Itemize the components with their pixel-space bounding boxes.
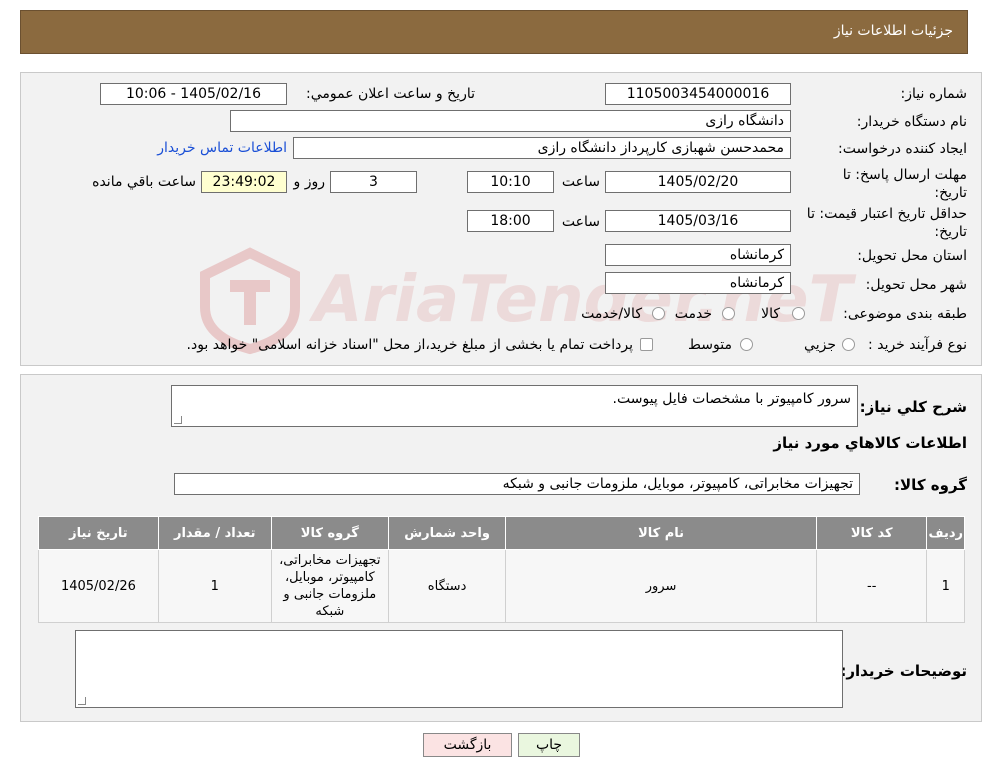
province-label: استان محل تحویل: — [857, 248, 967, 264]
cell-date: 1405/02/26 — [38, 549, 159, 623]
cell-name: سرور — [505, 549, 817, 623]
category-option-goods: کالا — [761, 306, 780, 322]
announce-label: تاریخ و ساعت اعلان عمومي: — [306, 86, 475, 102]
description-field[interactable]: سرور کامپیوتر با مشخصات فایل پیوست. — [171, 385, 858, 427]
buyer-org-field: دانشگاه رازی — [230, 110, 791, 132]
category-radio-goods[interactable] — [792, 307, 805, 320]
col-group: گروه کالا — [270, 516, 390, 550]
category-option-goods-service: کالا/خدمت — [581, 306, 642, 322]
need-number-field: 1105003454000016 — [605, 83, 791, 105]
resize-handle-icon[interactable] — [78, 697, 86, 705]
process-option-medium: متوسط — [688, 337, 732, 353]
remaining-label: ساعت باقي مانده — [92, 174, 196, 190]
page-header: جزئیات اطلاعات نیاز — [20, 10, 968, 54]
province-field: کرمانشاه — [605, 244, 791, 266]
city-label: شهر محل تحویل: — [865, 277, 967, 293]
buyer-notes-label: توضیحات خریدار: — [840, 662, 967, 680]
description-text: سرور کامپیوتر با مشخصات فایل پیوست. — [612, 391, 851, 407]
page-title: جزئیات اطلاعات نیاز — [833, 23, 953, 39]
cell-qty: 1 — [157, 549, 272, 623]
description-label: شرح کلي نیاز: — [859, 398, 967, 416]
cell-row: 1 — [926, 549, 965, 623]
validity-label: حداقل تاریخ اعتبار قیمت: تا تاریخ: — [792, 205, 967, 241]
city-field: کرمانشاه — [605, 272, 791, 294]
process-radio-minor[interactable] — [842, 338, 855, 351]
category-radio-service[interactable] — [722, 307, 735, 320]
print-button[interactable]: چاپ — [518, 733, 580, 757]
table-row: 1 -- سرور دستگاه تجهیزات مخابراتی، کامپی… — [38, 549, 965, 623]
back-button[interactable]: بازگشت — [423, 733, 512, 757]
need-number-label: شماره نیاز: — [900, 86, 968, 102]
items-table: ردیف کد کالا نام کالا واحد شمارش گروه کا… — [38, 516, 965, 623]
item-group-label: گروه کالا: — [894, 476, 967, 494]
items-section-title: اطلاعات کالاهاي مورد نیاز — [773, 434, 967, 452]
col-qty: تعداد / مقدار — [157, 516, 272, 550]
buyer-org-label: نام دستگاه خریدار: — [856, 114, 967, 130]
validity-label-text: حداقل تاریخ اعتبار قیمت: تا تاریخ: — [806, 206, 967, 240]
buyer-contact-link[interactable]: اطلاعات تماس خریدار — [157, 140, 287, 156]
process-option-minor: جزیي — [804, 337, 836, 353]
item-group-field: تجهیزات مخابراتی، کامپیوتر، موبایل، ملزو… — [174, 473, 860, 495]
process-radio-medium[interactable] — [740, 338, 753, 351]
creator-label: ایجاد کننده درخواست: — [838, 141, 967, 157]
remaining-time-field: 23:49:02 — [201, 171, 287, 193]
process-label: نوع فرآیند خرید : — [868, 337, 967, 353]
process-note: پرداخت تمام یا بخشی از مبلغ خرید،از محل … — [186, 337, 633, 353]
deadline-date-field: 1405/02/20 — [605, 171, 791, 193]
category-radio-goods-service[interactable] — [652, 307, 665, 320]
col-code: کد کالا — [815, 516, 928, 550]
days-field: 3 — [330, 171, 417, 193]
validity-time-field: 18:00 — [467, 210, 554, 232]
days-label: روز و — [293, 174, 326, 190]
process-checkbox[interactable] — [640, 338, 653, 351]
category-option-service: خدمت — [674, 306, 712, 322]
validity-time-label: ساعت — [561, 214, 600, 230]
cell-code: -- — [815, 549, 928, 623]
cell-group: تجهیزات مخابراتی، کامپیوتر، موبایل، ملزو… — [270, 549, 390, 623]
col-unit: واحد شمارش — [387, 516, 507, 550]
deadline-time-field: 10:10 — [467, 171, 554, 193]
creator-field: محمدحسن شهبازی کارپرداز دانشگاه رازی — [293, 137, 791, 159]
items-table-header: ردیف کد کالا نام کالا واحد شمارش گروه کا… — [38, 516, 965, 550]
resize-handle-icon[interactable] — [174, 416, 182, 424]
announce-field: 1405/02/16 - 10:06 — [100, 83, 287, 105]
deadline-time-label: ساعت — [561, 174, 600, 190]
validity-date-field: 1405/03/16 — [605, 210, 791, 232]
col-name: نام کالا — [505, 516, 817, 550]
buyer-notes-field[interactable] — [75, 630, 843, 708]
category-label: طبقه بندی موضوعی: — [843, 306, 967, 322]
col-date: تاریخ نیاز — [38, 516, 159, 550]
deadline-label-text: مهلت ارسال پاسخ: تا تاریخ: — [842, 167, 967, 201]
deadline-label: مهلت ارسال پاسخ: تا تاریخ: — [817, 166, 967, 202]
items-table-wrap: ردیف کد کالا نام کالا واحد شمارش گروه کا… — [38, 516, 965, 623]
col-row: ردیف — [926, 516, 965, 550]
cell-unit: دستگاه — [387, 549, 507, 623]
